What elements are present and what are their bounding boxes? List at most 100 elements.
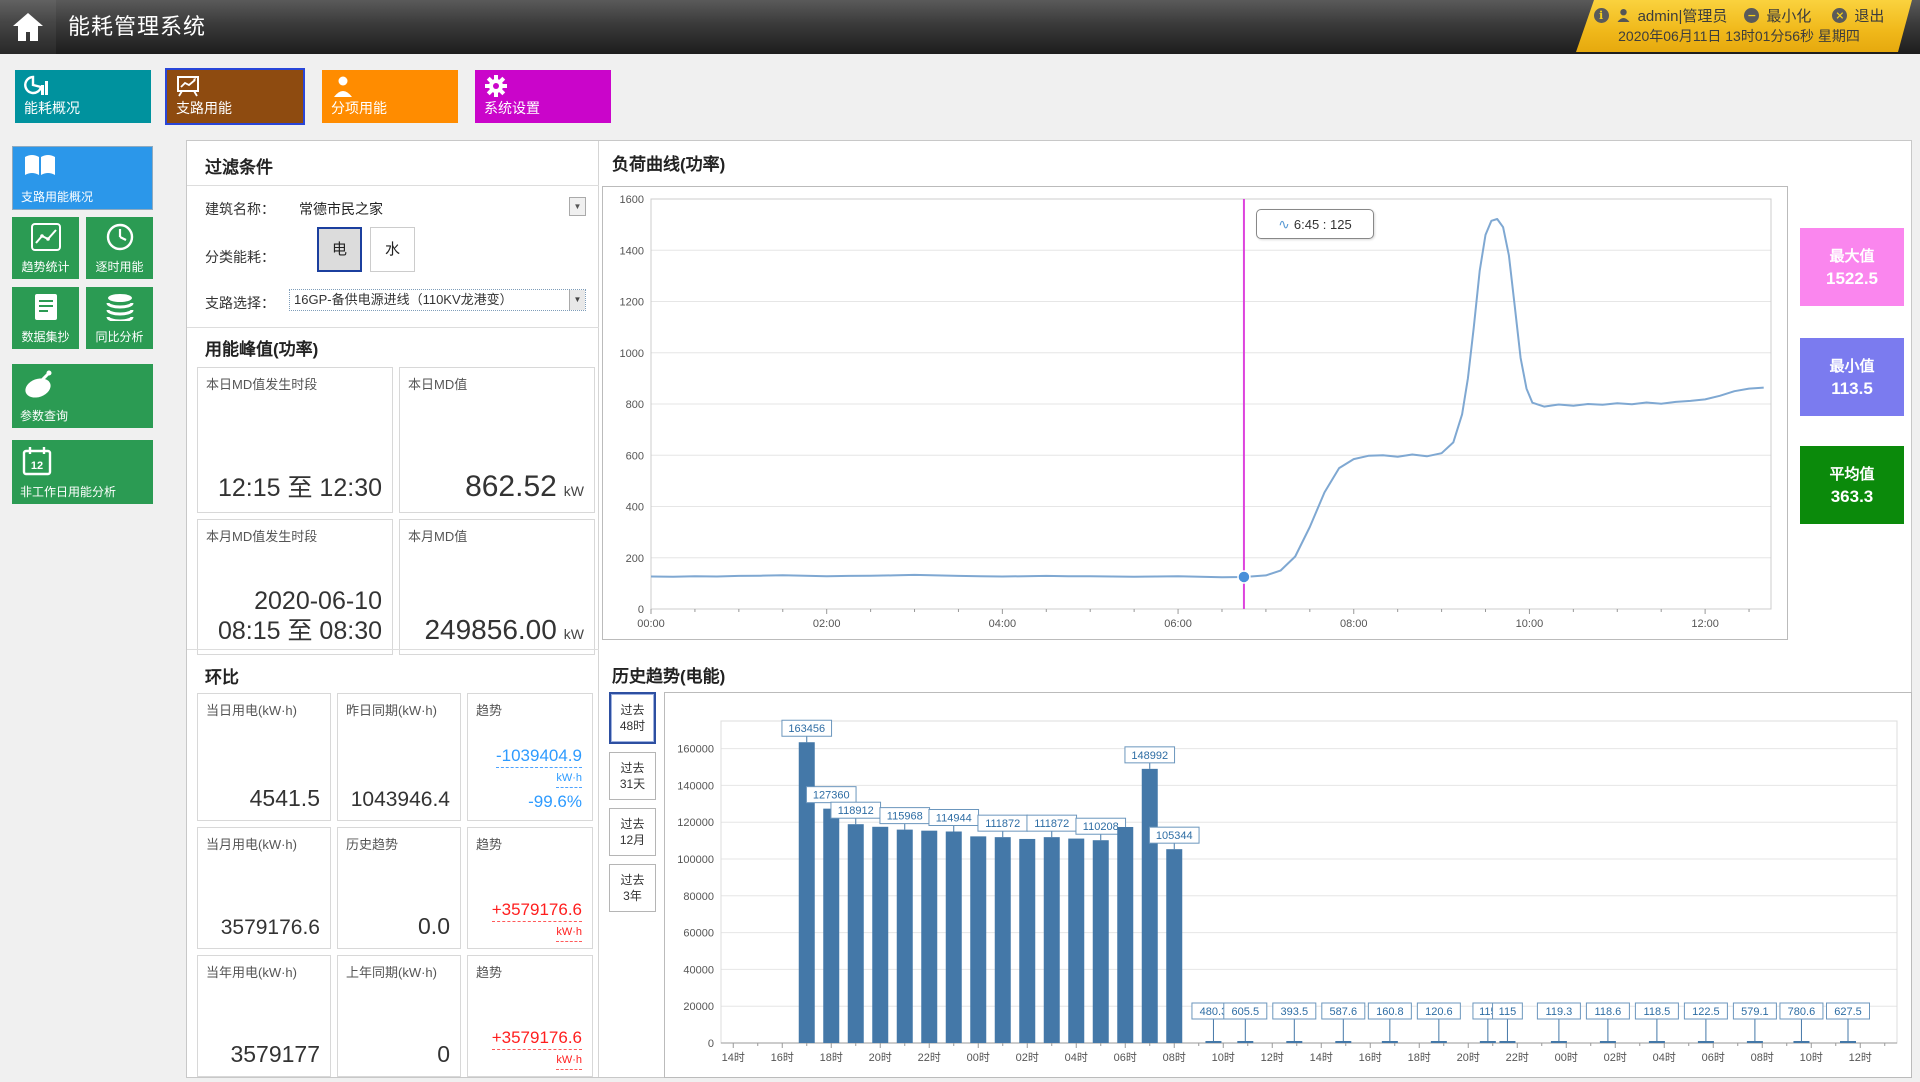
building-value[interactable]: 常德市民之家	[299, 199, 383, 219]
wave-icon: ∿	[1278, 216, 1290, 232]
svg-text:12时: 12时	[1261, 1051, 1284, 1064]
user-name: admin|管理员	[1638, 5, 1728, 26]
svg-text:1200: 1200	[620, 297, 644, 309]
card-label: 当月用电(kW·h)	[206, 834, 297, 853]
building-label: 建筑名称：	[205, 199, 275, 219]
trend-value: -1039404.9	[496, 746, 582, 765]
donut-chart-icon	[24, 75, 48, 97]
nav-tab-energy-overview[interactable]: 能耗概况	[15, 70, 151, 123]
tab-past-48h[interactable]: 过去48时	[609, 692, 656, 744]
svg-text:118.6: 118.6	[1595, 1006, 1622, 1018]
svg-text:22时: 22时	[918, 1051, 941, 1064]
svg-text:18时: 18时	[820, 1051, 843, 1064]
sidebar-item-parameter-query[interactable]: 参数查询	[12, 364, 153, 428]
svg-text:393.5: 393.5	[1281, 1006, 1309, 1018]
card-yesterday-usage: 昨日同期(kW·h) 1043946.4	[337, 693, 461, 821]
svg-text:02时: 02时	[1016, 1051, 1039, 1064]
user-icon	[1616, 8, 1631, 23]
minimize-icon[interactable]: −	[1744, 8, 1759, 23]
home-icon	[11, 12, 45, 42]
database-icon	[105, 293, 135, 321]
card-value2: 08:15 至 08:30	[218, 617, 382, 645]
home-button[interactable]	[0, 0, 56, 54]
sidebar-item-data-collection[interactable]: 数据集抄	[12, 287, 79, 349]
svg-text:111872: 111872	[1034, 818, 1069, 830]
svg-text:12: 12	[31, 460, 43, 472]
card-value: 3579177	[230, 1041, 320, 1068]
energy-type-water-button[interactable]: 水	[370, 227, 415, 272]
card-value: 4541.5	[250, 785, 320, 812]
svg-text:122.5: 122.5	[1692, 1006, 1720, 1018]
sidebar-item-yoy-analysis[interactable]: 同比分析	[86, 287, 153, 349]
nav-tab-label: 能耗概况	[24, 98, 80, 118]
svg-text:163456: 163456	[788, 723, 825, 735]
card-label: 历史趋势	[346, 834, 398, 853]
sidebar-item-trend-statistics[interactable]: 趋势统计	[12, 217, 79, 279]
sidebar-item-label: 同比分析	[86, 328, 153, 345]
tab-past-3y[interactable]: 过去3年	[609, 864, 656, 912]
book-icon	[23, 153, 57, 179]
svg-text:480.3: 480.3	[1200, 1006, 1228, 1018]
info-icon[interactable]: i	[1594, 8, 1609, 23]
branch-select[interactable]: 16GP-备供电源进线（110KV龙港变） ▼	[289, 289, 586, 311]
svg-text:20时: 20时	[1457, 1051, 1480, 1064]
energy-type-label: 分类能耗：	[205, 247, 275, 267]
building-dropdown-button[interactable]: ▼	[569, 197, 586, 216]
nav-tab-subitem-energy[interactable]: 分项用能	[322, 70, 458, 123]
gear-icon	[484, 75, 508, 97]
card-label: 趋势	[476, 700, 502, 719]
svg-text:400: 400	[626, 502, 644, 514]
svg-text:110208: 110208	[1083, 821, 1119, 833]
sidebar-item-label: 非工作日用能分析	[20, 483, 116, 500]
filter-section-title: 过滤条件	[205, 153, 273, 178]
logout-button[interactable]: 退出	[1854, 5, 1884, 26]
svg-text:148992: 148992	[1131, 750, 1168, 762]
sidebar-item-nonworkday-analysis[interactable]: 12 非工作日用能分析	[12, 440, 153, 504]
close-icon[interactable]: ×	[1832, 8, 1847, 23]
card-value: 0.0	[418, 913, 450, 940]
svg-text:119.3: 119.3	[1546, 1006, 1573, 1018]
datetime-text: 2020年06月11日 13时01分56秒 星期四	[1566, 26, 1912, 48]
stat-card-avg: 平均值 363.3	[1800, 446, 1904, 524]
svg-text:627.5: 627.5	[1834, 1006, 1862, 1018]
chart-tooltip: ∿6:45 : 125	[1256, 209, 1374, 239]
card-history-trend: 历史趋势 0.0	[337, 827, 461, 949]
svg-text:1600: 1600	[620, 194, 644, 206]
svg-text:20时: 20时	[869, 1051, 892, 1064]
svg-text:200: 200	[626, 553, 644, 565]
tab-past-12m[interactable]: 过去12月	[609, 808, 656, 856]
card-label: 当日用电(kW·h)	[206, 700, 297, 719]
stat-value: 113.5	[1831, 379, 1873, 399]
svg-text:605.5: 605.5	[1232, 1006, 1260, 1018]
card-trend-day: 趋势 -1039404.9 kW·h -99.6%	[467, 693, 593, 821]
branch-select-label: 支路选择：	[205, 293, 275, 313]
minimize-button[interactable]: 最小化	[1766, 5, 1811, 26]
user-panel: i admin|管理员 − 最小化 × 退出 2020年06月11日 13时01…	[1566, 0, 1912, 52]
history-bar-chart[interactable]: 0200004000060000800001000001200001400001…	[664, 692, 1912, 1078]
svg-text:08:00: 08:00	[1340, 618, 1368, 630]
nav-tab-system-settings[interactable]: 系统设置	[475, 70, 611, 123]
energy-type-electric-button[interactable]: 电	[317, 227, 362, 272]
document-icon	[33, 293, 59, 321]
svg-text:160000: 160000	[677, 744, 714, 756]
svg-text:10时: 10时	[1212, 1051, 1235, 1064]
card-value: 862.52	[465, 470, 557, 503]
load-curve-title: 负荷曲线(功率)	[612, 150, 725, 175]
sidebar-item-hourly-energy[interactable]: 逐时用能	[86, 217, 153, 279]
svg-text:60000: 60000	[683, 928, 714, 940]
sidebar-item-branch-overview[interactable]: 支路用能概况	[12, 146, 153, 210]
card-today-usage: 当日用电(kW·h) 4541.5	[197, 693, 331, 821]
svg-text:12时: 12时	[1849, 1051, 1872, 1064]
nav-tab-branch-energy[interactable]: 支路用能	[167, 70, 303, 123]
svg-text:118912: 118912	[838, 805, 874, 817]
svg-text:600: 600	[626, 450, 644, 462]
load-curve-chart[interactable]: 0200400600800100012001400160000:0002:000…	[602, 186, 1788, 640]
tab-past-31d[interactable]: 过去31天	[609, 752, 656, 800]
svg-text:105344: 105344	[1156, 830, 1193, 842]
svg-text:10时: 10时	[1800, 1051, 1823, 1064]
svg-text:00时: 00时	[1555, 1051, 1578, 1064]
card-label: 昨日同期(kW·h)	[346, 700, 437, 719]
svg-text:114944: 114944	[936, 813, 972, 825]
svg-text:08时: 08时	[1163, 1051, 1186, 1064]
card-label: 上年同期(kW·h)	[346, 962, 437, 981]
